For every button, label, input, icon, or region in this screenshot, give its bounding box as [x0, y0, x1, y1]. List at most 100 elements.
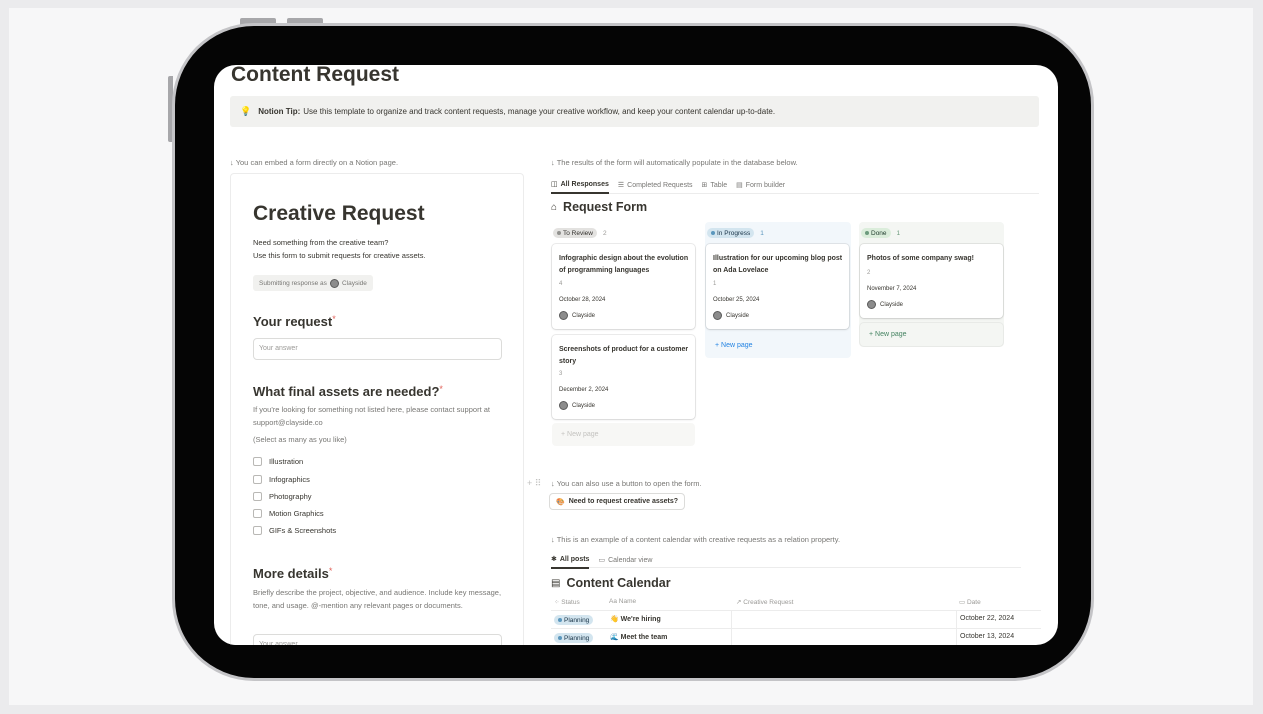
question-title: What final assets are needed? — [253, 384, 440, 399]
column-count: 1 — [896, 229, 901, 237]
checkbox-infographics[interactable]: Infographics — [253, 475, 310, 484]
checkbox-gifs-screenshots[interactable]: GIFs & Screenshots — [253, 526, 336, 535]
table-row[interactable]: Planning 👋 We're hiring October 22, 2024 — [551, 610, 1041, 629]
note-results: ↓ The results of the form will automatic… — [551, 158, 798, 167]
checkbox-label: Illustration — [269, 457, 304, 466]
assets-help-text: If you're looking for something not list… — [253, 405, 490, 427]
card-title: Screenshots of product for a customer st… — [559, 346, 689, 365]
column-header-status: ⁘ Status — [554, 598, 580, 606]
board-card[interactable]: Screenshots of product for a customer st… — [552, 335, 695, 419]
card-title: Illustration for our upcoming blog post … — [713, 255, 843, 274]
status-dot — [558, 636, 562, 640]
avatar — [867, 300, 876, 309]
status-dot — [557, 231, 561, 235]
avatar — [329, 278, 339, 288]
form-icon: ▤ — [736, 182, 743, 189]
status-label: In Progress — [717, 229, 751, 237]
column-label: Creative Request — [743, 599, 794, 606]
card-user-name: Clayside — [880, 301, 904, 308]
new-page-button-done[interactable]: + New page — [860, 323, 1003, 346]
card-number: 4 — [559, 281, 563, 287]
checkbox-illustration[interactable]: Illustration — [253, 457, 303, 466]
note-button: ↓ You can also use a button to open the … — [551, 479, 702, 488]
row-name-text: We're hiring — [620, 616, 661, 623]
card-date: December 2, 2024 — [559, 387, 609, 393]
request-assets-label: Need to request creative assets? — [568, 498, 679, 505]
checkbox-icon — [253, 526, 262, 535]
table-row[interactable]: Planning 🌊 Meet the team October 13, 202… — [551, 628, 1041, 645]
question-title: More details — [253, 566, 329, 581]
checkbox-icon — [253, 457, 262, 466]
card-user-name: Clayside — [572, 312, 596, 319]
status-dot — [558, 618, 562, 622]
request-answer-input[interactable]: Your answer — [253, 338, 502, 360]
details-answer-input[interactable]: Your answer — [253, 634, 502, 645]
new-page-button-to-review[interactable]: + New page — [552, 423, 695, 446]
status-label: To Review — [563, 229, 593, 237]
wave-icon: 👋 — [610, 616, 619, 623]
question-final-assets: What final assets are needed?* — [253, 384, 443, 399]
table-icon: ⊞ — [701, 182, 708, 189]
question-title: Your request — [253, 314, 333, 329]
card-date: October 28, 2024 — [559, 297, 606, 303]
checkbox-photography[interactable]: Photography — [253, 492, 312, 501]
card-user: Clayside — [559, 311, 595, 320]
submitting-as-pill: Submitting response as Clayside — [253, 275, 373, 291]
checkbox-icon — [253, 509, 262, 518]
status-badge: In Progress — [707, 228, 755, 238]
checkbox-motion-graphics[interactable]: Motion Graphics — [253, 509, 324, 518]
card-user: Clayside — [713, 311, 749, 320]
tip-label: Notion Tip: — [258, 107, 301, 116]
checkbox-label: Infographics — [269, 475, 310, 484]
card-date: October 25, 2024 — [713, 297, 760, 303]
tab-all-posts[interactable]: ✱ All posts — [551, 551, 590, 569]
tab-label: All posts — [559, 555, 590, 563]
tab-form-builder[interactable]: ▤ Form builder — [736, 176, 785, 194]
row-date: October 22, 2024 — [960, 615, 1015, 622]
tip-text: Use this template to organize and track … — [303, 107, 776, 116]
checkbox-label: Photography — [269, 492, 312, 501]
checkbox-icon — [253, 475, 262, 484]
tab-label: All Responses — [560, 180, 609, 188]
tab-label: Calendar view — [608, 556, 653, 564]
block-drag-handle[interactable]: + ⠿ — [527, 478, 541, 489]
tablet-bezel: Content Request 💡 Notion Tip: Use this t… — [175, 26, 1091, 678]
status-badge: Planning — [554, 633, 594, 643]
request-assets-button[interactable]: 🎨 Need to request creative assets? — [549, 493, 686, 510]
tab-calendar-view[interactable]: ▭ Calendar view — [598, 551, 652, 569]
lightbulb-icon: 💡 — [240, 106, 252, 116]
calendar-view-tabs: ✱ All posts ▭ Calendar view — [551, 551, 1021, 569]
calendar-icon: ▭ — [959, 599, 967, 606]
board-title-text: Request Form — [563, 200, 648, 214]
text-icon: Aa — [609, 598, 619, 605]
status-badge: To Review — [553, 228, 597, 238]
tab-label: Form builder — [745, 181, 786, 189]
required-mark: * — [332, 314, 336, 324]
new-page-button-in-progress[interactable]: + New page — [706, 334, 849, 357]
list-icon: ☰ — [617, 182, 625, 189]
form-title: Creative Request — [253, 202, 425, 225]
card-user-name: Clayside — [572, 402, 596, 409]
board-card[interactable]: Illustration for our upcoming blog post … — [706, 244, 849, 329]
column-header-done: Done 1 — [861, 228, 900, 238]
palette-icon: 🎨 — [556, 498, 565, 506]
tab-table[interactable]: ⊞ Table — [702, 176, 728, 194]
calendar-title-text: Content Calendar — [566, 576, 671, 590]
row-name-text: Meet the team — [620, 634, 668, 641]
cell-divider — [956, 629, 957, 645]
board-card[interactable]: Infographic design about the evolution o… — [552, 244, 695, 329]
board-card[interactable]: Photos of some company swag! 2 November … — [860, 244, 1003, 318]
card-title: Infographic design about the evolution o… — [559, 255, 689, 274]
tab-label: Table — [710, 181, 728, 189]
cell-divider — [731, 611, 732, 629]
note-embed-form: ↓ You can embed a form directly on a Not… — [230, 158, 399, 167]
tab-completed-requests[interactable]: ☰ Completed Requests — [618, 176, 693, 194]
card-user: Clayside — [559, 401, 595, 410]
avatar — [559, 401, 568, 410]
tab-label: Completed Requests — [627, 181, 693, 189]
tab-all-responses[interactable]: ◫ All Responses — [551, 176, 609, 194]
notion-page: Content Request 💡 Notion Tip: Use this t… — [214, 65, 1058, 645]
water-icon: 🌊 — [610, 634, 619, 641]
form-subtitle-1: Need something from the creative team? — [253, 238, 389, 247]
form-subtitle-2: Use this form to submit requests for cre… — [253, 251, 426, 260]
